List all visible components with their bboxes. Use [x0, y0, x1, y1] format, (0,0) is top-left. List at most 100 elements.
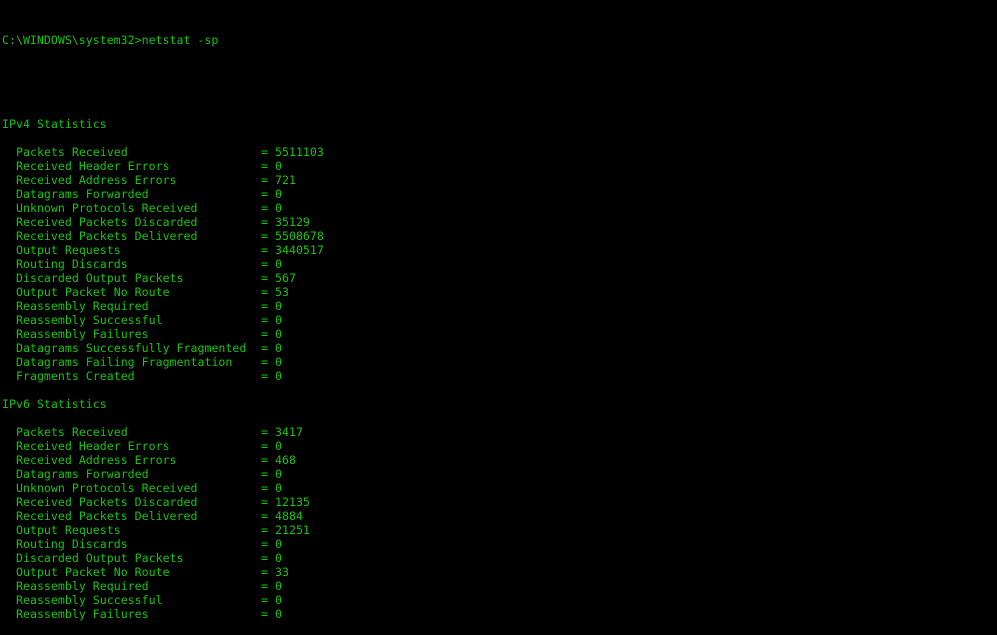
stat-value: 468 — [275, 453, 296, 467]
equals-sign: = — [261, 467, 268, 481]
stat-value: 0 — [275, 187, 282, 201]
stat-label: Routing Discards — [16, 257, 128, 271]
equals-sign: = — [261, 159, 268, 173]
stat-value: 0 — [275, 327, 282, 341]
stat-row: Received Packets Discarded = 35129 — [2, 215, 324, 229]
stat-label: Fragments Created — [16, 369, 135, 383]
console-output[interactable]: C:\WINDOWS\system32>netstat -sp IPv4 Sta… — [2, 5, 324, 635]
stat-label: Unknown Protocols Received — [16, 481, 198, 495]
section-title: IPv6 Statistics — [2, 397, 107, 411]
stat-row: Datagrams Failing Fragmentation = 0 — [2, 355, 324, 369]
stat-label: Datagrams Forwarded — [16, 187, 149, 201]
equals-sign: = — [261, 243, 268, 257]
stat-value: 4884 — [275, 509, 303, 523]
equals-sign: = — [261, 495, 268, 509]
stat-label: Datagrams Failing Fragmentation — [16, 355, 233, 369]
stat-row: Packets Received = 3417 — [2, 425, 324, 439]
stat-row: Reassembly Successful = 0 — [2, 313, 324, 327]
stat-label: Unknown Protocols Received — [16, 201, 198, 215]
stat-row: Received Packets Delivered = 4884 — [2, 509, 324, 523]
stat-value: 0 — [275, 607, 282, 621]
stat-row: Routing Discards = 0 — [2, 257, 324, 271]
stat-value: 0 — [275, 313, 282, 327]
stat-label: Reassembly Failures — [16, 607, 149, 621]
stat-label: Output Requests — [16, 523, 121, 537]
stat-label: Reassembly Successful — [16, 313, 163, 327]
stat-label: Reassembly Required — [16, 579, 149, 593]
stat-label: Received Packets Delivered — [16, 229, 198, 243]
stat-value: 21251 — [275, 523, 310, 537]
stat-value: 0 — [275, 579, 282, 593]
stat-row: Reassembly Failures = 0 — [2, 607, 324, 621]
stat-value: 0 — [275, 551, 282, 565]
stat-row: Routing Discards = 0 — [2, 537, 324, 551]
stat-label: Discarded Output Packets — [16, 271, 184, 285]
stat-value: 0 — [275, 439, 282, 453]
stat-row: Output Packet No Route = 33 — [2, 565, 324, 579]
stat-label: Output Requests — [16, 243, 121, 257]
stat-value: 5508678 — [275, 229, 324, 243]
equals-sign: = — [261, 187, 268, 201]
stat-row: Discarded Output Packets = 0 — [2, 551, 324, 565]
stat-row: Reassembly Successful = 0 — [2, 593, 324, 607]
equals-sign: = — [261, 537, 268, 551]
stat-value: 0 — [275, 537, 282, 551]
stat-label: Packets Received — [16, 425, 128, 439]
stat-row: Packets Received = 5511103 — [2, 145, 324, 159]
stat-label: Reassembly Required — [16, 299, 149, 313]
equals-sign: = — [261, 425, 268, 439]
stat-row: Discarded Output Packets = 567 — [2, 271, 324, 285]
stat-row: Reassembly Required = 0 — [2, 579, 324, 593]
equals-sign: = — [261, 551, 268, 565]
equals-sign: = — [261, 145, 268, 159]
stat-value: 3417 — [275, 425, 303, 439]
stat-label: Datagrams Successfully Fragmented — [16, 341, 247, 355]
equals-sign: = — [261, 579, 268, 593]
stat-value: 0 — [275, 355, 282, 369]
equals-sign: = — [261, 453, 268, 467]
equals-sign: = — [261, 369, 268, 383]
stat-value: 0 — [275, 257, 282, 271]
stat-value: 567 — [275, 271, 296, 285]
stat-label: Reassembly Failures — [16, 327, 149, 341]
stat-label: Datagrams Forwarded — [16, 467, 149, 481]
stat-row: Received Address Errors = 468 — [2, 453, 324, 467]
stat-value: 5511103 — [275, 145, 324, 159]
stat-row: Received Header Errors = 0 — [2, 439, 324, 453]
stat-value: 0 — [275, 159, 282, 173]
stat-value: 35129 — [275, 215, 310, 229]
stat-label: Discarded Output Packets — [16, 551, 184, 565]
stat-value: 0 — [275, 481, 282, 495]
stat-value: 0 — [275, 467, 282, 481]
equals-sign: = — [261, 355, 268, 369]
stat-row: Received Packets Delivered = 5508678 — [2, 229, 324, 243]
equals-sign: = — [261, 173, 268, 187]
stat-row: Datagrams Forwarded = 0 — [2, 187, 324, 201]
equals-sign: = — [261, 523, 268, 537]
equals-sign: = — [261, 201, 268, 215]
stat-row: Datagrams Forwarded = 0 — [2, 467, 324, 481]
stat-row: Output Packet No Route = 53 — [2, 285, 324, 299]
stat-label: Received Address Errors — [16, 173, 177, 187]
equals-sign: = — [261, 509, 268, 523]
stat-value: 33 — [275, 565, 289, 579]
stat-value: 53 — [275, 285, 289, 299]
stat-row: Received Packets Discarded = 12135 — [2, 495, 324, 509]
equals-sign: = — [261, 229, 268, 243]
stat-row: Fragments Created = 0 — [2, 369, 324, 383]
stat-label: Received Packets Discarded — [16, 215, 198, 229]
stat-label: Output Packet No Route — [16, 565, 170, 579]
command-prompt: C:\WINDOWS\system32>netstat -sp — [2, 33, 219, 47]
stat-label: Received Address Errors — [16, 453, 177, 467]
stat-label: Output Packet No Route — [16, 285, 170, 299]
stat-value: 0 — [275, 201, 282, 215]
equals-sign: = — [261, 299, 268, 313]
equals-sign: = — [261, 313, 268, 327]
stat-value: 12135 — [275, 495, 310, 509]
equals-sign: = — [261, 285, 268, 299]
equals-sign: = — [261, 271, 268, 285]
